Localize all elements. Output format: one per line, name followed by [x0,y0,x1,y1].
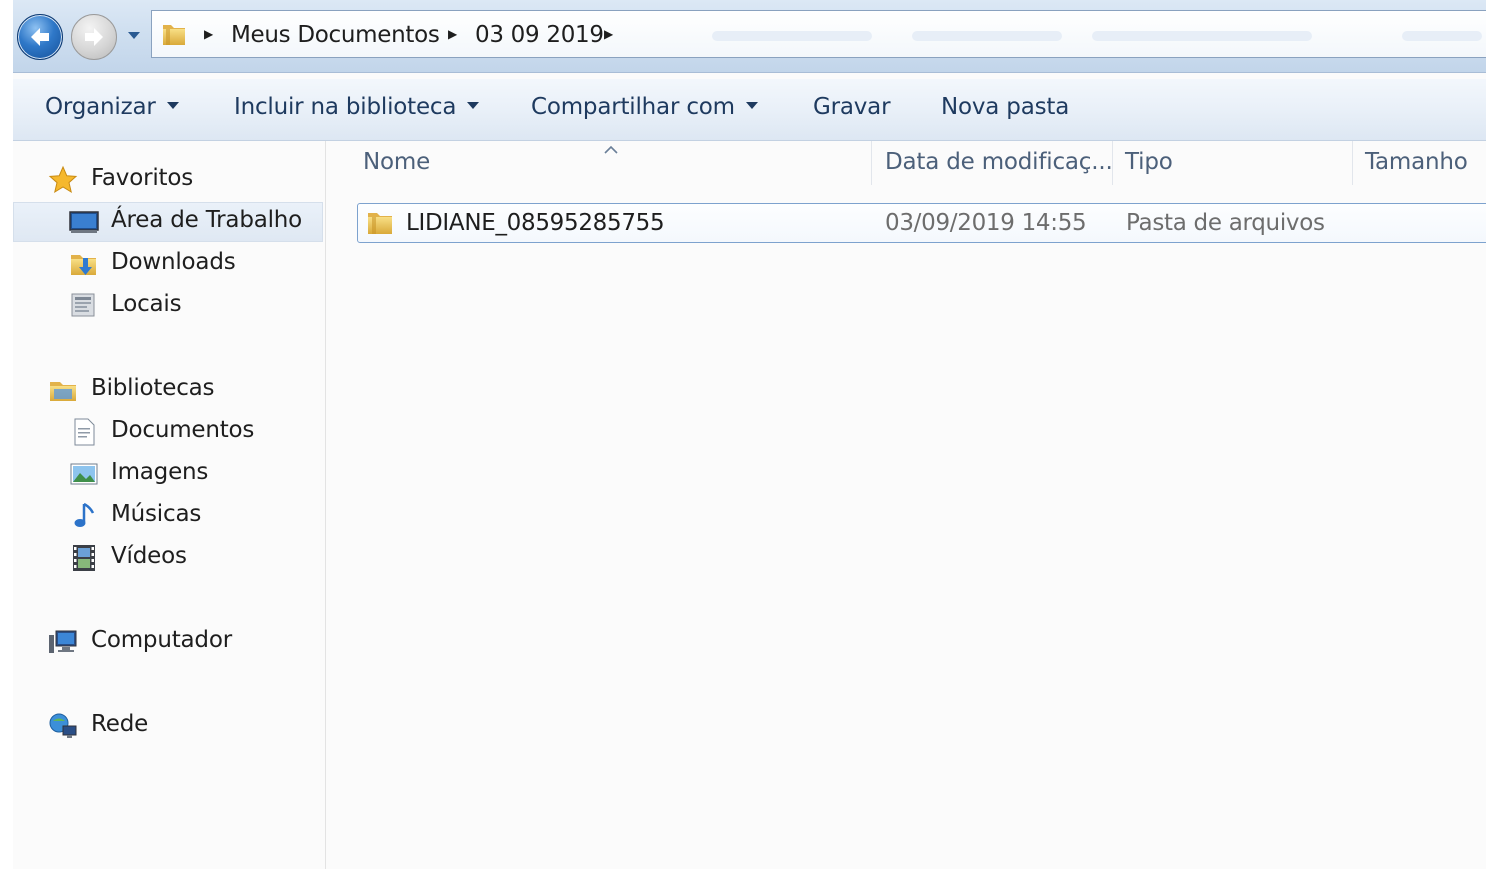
video-film-icon [73,545,95,571]
chevron-down-icon [467,102,480,109]
recent-pages-dropdown-icon[interactable] [126,27,142,43]
nav-videos-label: Vídeos [111,543,187,569]
recent-places-icon [71,293,95,317]
organize-button[interactable]: Organizar [45,94,179,120]
explorer-window: ▶ Meus Documentos ▶ 03 09 2019 ▶ Organiz… [13,0,1486,869]
nav-documents-label: Documentos [111,417,255,443]
column-header-type[interactable]: Tipo [1125,149,1173,175]
share-with-label: Compartilhar com [531,94,735,120]
arrow-right-icon [85,28,103,46]
arrow-left-icon [31,28,49,46]
network-globe-icon [49,713,77,738]
blurred-area [1402,31,1482,41]
nav-pictures-label: Imagens [111,459,209,485]
file-type: Pasta de arquivos [1126,210,1325,236]
blurred-area [1092,31,1312,41]
desktop-icon [69,211,99,233]
downloads-folder-icon [71,255,96,275]
nav-music-label: Músicas [111,501,202,527]
libraries-icon [50,382,76,401]
file-date-modified: 03/09/2019 14:55 [885,210,1087,236]
computer-icon [49,630,77,653]
share-with-button[interactable]: Compartilhar com [531,94,758,120]
nav-computer-label: Computador [91,627,232,653]
breadcrumb-separator-icon[interactable]: ▶ [204,27,213,41]
folder-icon [163,25,185,45]
nav-downloads-label: Downloads [111,249,236,275]
file-list-pane: Nome Data de modificaç... Tipo Tamanho L… [326,141,1486,869]
breadcrumb-separator-icon[interactable]: ▶ [448,27,457,41]
nav-libraries-label: Bibliotecas [91,375,215,401]
nav-favorites-label: Favoritos [91,165,194,191]
include-library-label: Incluir na biblioteca [234,94,457,120]
column-divider[interactable] [871,141,872,185]
column-header-name[interactable]: Nome [363,149,430,175]
nav-recent-places-label: Locais [111,291,182,317]
command-bar: Organizar Incluir na biblioteca Comparti… [13,79,1486,141]
nav-network-label: Rede [91,711,149,737]
navigation-pane: Favoritos Área de Trabalho Downloads Loc… [13,141,326,869]
column-divider[interactable] [1352,141,1353,185]
column-divider[interactable] [1112,141,1113,185]
column-header-date-modified[interactable]: Data de modificaç... [885,149,1113,175]
documents-icon [74,418,95,446]
file-row[interactable]: LIDIANE_08595285755 03/09/2019 14:55 Pas… [357,203,1486,243]
file-name: LIDIANE_08595285755 [406,210,665,236]
column-header-size[interactable]: Tamanho [1365,149,1468,175]
breadcrumb-separator-icon[interactable]: ▶ [604,27,613,41]
music-note-icon [74,502,95,527]
organize-label: Organizar [45,94,156,120]
address-input[interactable]: ▶ Meus Documentos ▶ 03 09 2019 ▶ [151,10,1486,58]
breadcrumb-my-documents[interactable]: Meus Documentos [231,22,440,48]
sort-ascending-icon [604,145,618,154]
blurred-area [712,31,872,41]
pictures-icon [70,463,98,485]
breadcrumb-current-folder[interactable]: 03 09 2019 [475,22,604,48]
star-icon [48,165,78,194]
folder-icon [368,213,392,234]
chevron-down-icon [166,102,179,109]
forward-button[interactable] [71,14,117,60]
burn-button[interactable]: Gravar [813,94,891,120]
back-button[interactable] [17,14,63,60]
chevron-down-icon [745,102,758,109]
address-bar-area: ▶ Meus Documentos ▶ 03 09 2019 ▶ [13,0,1486,73]
include-in-library-button[interactable]: Incluir na biblioteca [234,94,480,120]
blurred-area [912,31,1062,41]
nav-desktop-label: Área de Trabalho [111,207,303,233]
new-folder-button[interactable]: Nova pasta [941,94,1069,120]
